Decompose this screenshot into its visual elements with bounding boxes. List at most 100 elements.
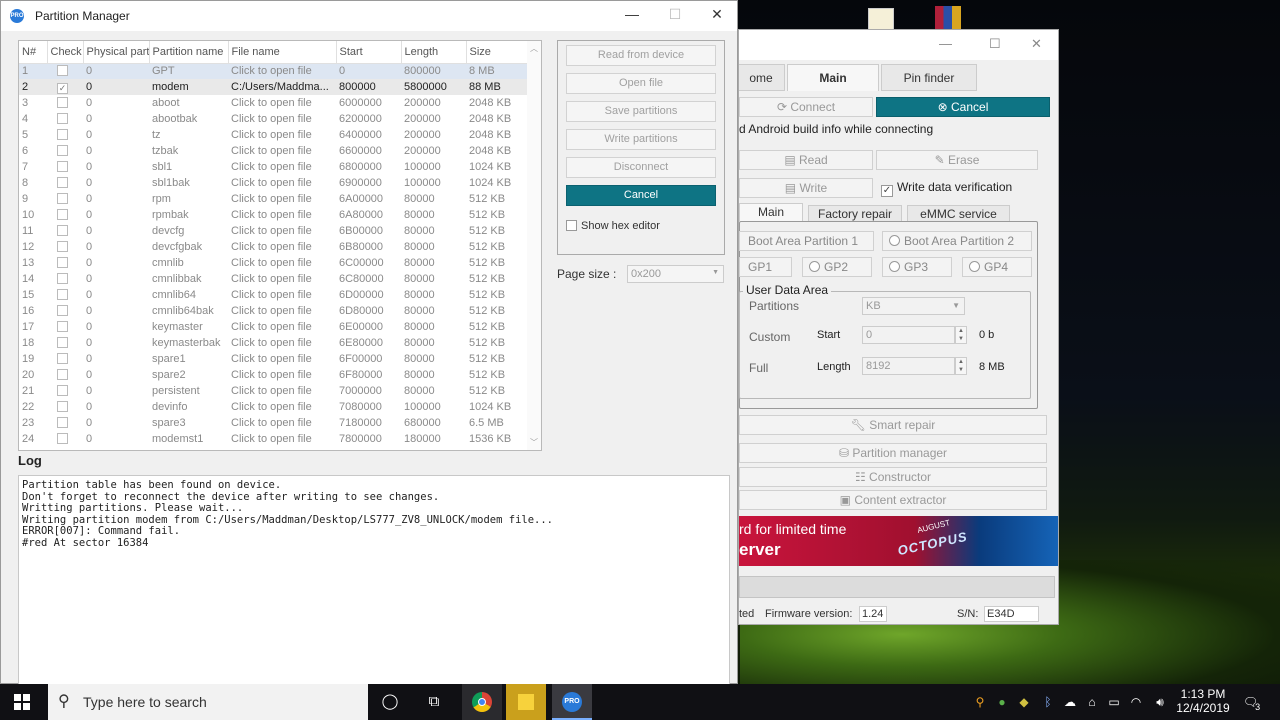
file-name[interactable]: Click to open file [228, 351, 336, 367]
checkbox-icon[interactable] [57, 416, 68, 428]
checked-box-icon[interactable]: ✓ [57, 82, 68, 94]
gp2-radio[interactable]: GP2 [802, 257, 872, 277]
table-row[interactable]: 18 0 keymasterbak Click to open file 6E80000… [19, 335, 529, 351]
minimize-icon[interactable]: — [939, 36, 952, 51]
table-row[interactable]: 22 0 devinfo Click to open file 7080000 10000… [19, 399, 529, 415]
subtab-main[interactable]: Main [739, 203, 803, 221]
table-row[interactable]: 23 0 spare3 Click to open file 7180000 680000… [19, 415, 529, 431]
disconnect-button[interactable]: Disconnect [566, 157, 716, 178]
checkbox-icon[interactable] [57, 384, 68, 396]
file-name[interactable]: Click to open file [228, 303, 336, 319]
file-name[interactable]: Click to open file [228, 175, 336, 191]
column-header[interactable]: File name [228, 41, 337, 64]
file-name[interactable]: Click to open file [228, 415, 336, 431]
table-row[interactable]: 4 0 abootbak Click to open file 6200000 20000… [19, 111, 529, 127]
subtab-emmc-service[interactable]: eMMC service [907, 205, 1010, 222]
task-view-icon[interactable]: ⧉ [414, 684, 454, 720]
checkbox-icon[interactable] [57, 112, 68, 124]
android-info-checkbox-label[interactable]: d Android build info while connecting [739, 122, 933, 136]
content-extractor-button[interactable]: ▣ Content extractor [739, 490, 1047, 510]
table-row[interactable]: 14 0 cmnlibbak Click to open file 6C80000 800… [19, 271, 529, 287]
row-checkbox[interactable] [47, 335, 83, 351]
row-checkbox[interactable] [47, 223, 83, 239]
row-checkbox[interactable] [47, 95, 83, 111]
row-checkbox[interactable] [47, 239, 83, 255]
tab-home[interactable]: ome [739, 64, 785, 91]
column-header[interactable]: Physical part [83, 41, 150, 64]
row-checkbox[interactable] [47, 367, 83, 383]
checkbox-icon[interactable] [57, 352, 68, 364]
row-checkbox[interactable] [47, 127, 83, 143]
tray-clock[interactable]: 1:13 PM 12/4/2019 [1172, 684, 1234, 720]
row-checkbox[interactable] [47, 175, 83, 191]
checkbox-icon[interactable] [57, 96, 68, 108]
file-name[interactable]: Click to open file [228, 431, 336, 447]
table-row[interactable]: 12 0 devcfgbak Click to open file 6B80000 800… [19, 239, 529, 255]
boot-area-1-radio[interactable]: Boot Area Partition 1 [739, 231, 874, 251]
row-checkbox[interactable] [47, 143, 83, 159]
table-row[interactable]: 10 0 rpmbak Click to open file 6A80000 80000 5… [19, 207, 529, 223]
checkbox-icon[interactable] [57, 432, 68, 444]
tray-app-icon-1[interactable]: ● [992, 684, 1012, 720]
table-row[interactable]: 3 0 aboot Click to open file 6000000 200000 20… [19, 95, 529, 111]
custom-radio[interactable]: Custom [749, 330, 790, 344]
table-row[interactable]: 16 0 cmnlib64bak Click to open file 6D80000 8… [19, 303, 529, 319]
checkbox-icon[interactable] [57, 160, 68, 172]
read-from-device-button[interactable]: Read from device [566, 45, 716, 66]
row-checkbox[interactable] [47, 111, 83, 127]
promo-banner[interactable]: rd for limited time erver AUGUST OCTOPUS [739, 516, 1058, 566]
row-checkbox[interactable] [47, 191, 83, 207]
checkbox-icon[interactable] [57, 336, 68, 348]
tray-app-icon-4[interactable]: ▭ [1104, 684, 1124, 720]
partitions-radio[interactable]: Partitions [749, 299, 799, 313]
save-partitions-button[interactable]: Save partitions [566, 101, 716, 122]
smart-repair-button[interactable]: 🔧︎ Smart repair [739, 415, 1047, 435]
checkbox-icon[interactable] [57, 400, 68, 412]
row-checkbox[interactable]: ✓ [47, 79, 83, 95]
file-name[interactable]: Click to open file [228, 239, 336, 255]
tray-bluetooth-icon[interactable]: ᛒ [1038, 684, 1058, 720]
tray-devices-icon[interactable]: ⌂ [1082, 684, 1102, 720]
table-row[interactable]: 24 0 modemst1 Click to open file 7800000 1800… [19, 431, 529, 447]
unit-select[interactable]: KB ▼ [862, 297, 965, 315]
partition-manager-button[interactable]: ⛁ Partition manager [739, 443, 1047, 463]
file-name[interactable]: Click to open file [228, 367, 336, 383]
table-row[interactable]: 1 0 GPT Click to open file 0 800000 8 MB [19, 63, 529, 79]
row-checkbox[interactable] [47, 415, 83, 431]
tray-app-icon-3[interactable]: ☁ [1060, 684, 1080, 720]
tray-search-icon[interactable]: ⚲ [970, 684, 990, 720]
row-checkbox[interactable] [47, 303, 83, 319]
page-size-select[interactable]: 0x200 ▼ [627, 265, 724, 283]
checkbox-icon[interactable] [57, 272, 68, 284]
table-row[interactable]: 2 ✓ 0 modem C:/Users/Maddma... 800000 5800000 8… [19, 79, 529, 95]
table-row[interactable]: 9 0 rpm Click to open file 6A00000 80000 512 K… [19, 191, 529, 207]
start-input[interactable]: 0 [862, 326, 955, 344]
file-name[interactable]: Click to open file [228, 223, 336, 239]
scroll-up-icon[interactable]: ︿ [527, 43, 541, 54]
checkbox-icon[interactable] [57, 192, 68, 204]
close-icon[interactable]: ✕ [1031, 36, 1042, 52]
connect-button[interactable]: ⟳ Connect [739, 97, 873, 117]
row-checkbox[interactable] [47, 207, 83, 223]
row-checkbox[interactable] [47, 63, 83, 79]
table-row[interactable]: 13 0 cmnlib Click to open file 6C00000 80000 5… [19, 255, 529, 271]
gp1-radio[interactable]: GP1 [739, 257, 792, 277]
read-button[interactable]: ▤ Read [739, 150, 873, 170]
start-windows-icon[interactable] [2, 684, 42, 720]
column-header[interactable]: Start [336, 41, 402, 64]
checkbox-icon[interactable] [57, 64, 68, 76]
row-checkbox[interactable] [47, 383, 83, 399]
file-name[interactable]: Click to open file [228, 159, 336, 175]
checkbox-icon[interactable] [57, 176, 68, 188]
minimize-icon[interactable]: — [622, 6, 642, 22]
action-center-icon[interactable]: 🗨︎3 [1238, 684, 1268, 720]
file-name[interactable]: Click to open file [228, 63, 336, 79]
maximize-icon[interactable]: ☐ [989, 36, 1001, 52]
checkbox-icon[interactable] [57, 304, 68, 316]
row-checkbox[interactable] [47, 271, 83, 287]
file-name[interactable]: Click to open file [228, 319, 336, 335]
tray-app-icon-2[interactable]: ◆ [1014, 684, 1034, 720]
gp4-radio[interactable]: GP4 [962, 257, 1032, 277]
file-name[interactable]: Click to open file [228, 399, 336, 415]
file-name[interactable]: Click to open file [228, 383, 336, 399]
